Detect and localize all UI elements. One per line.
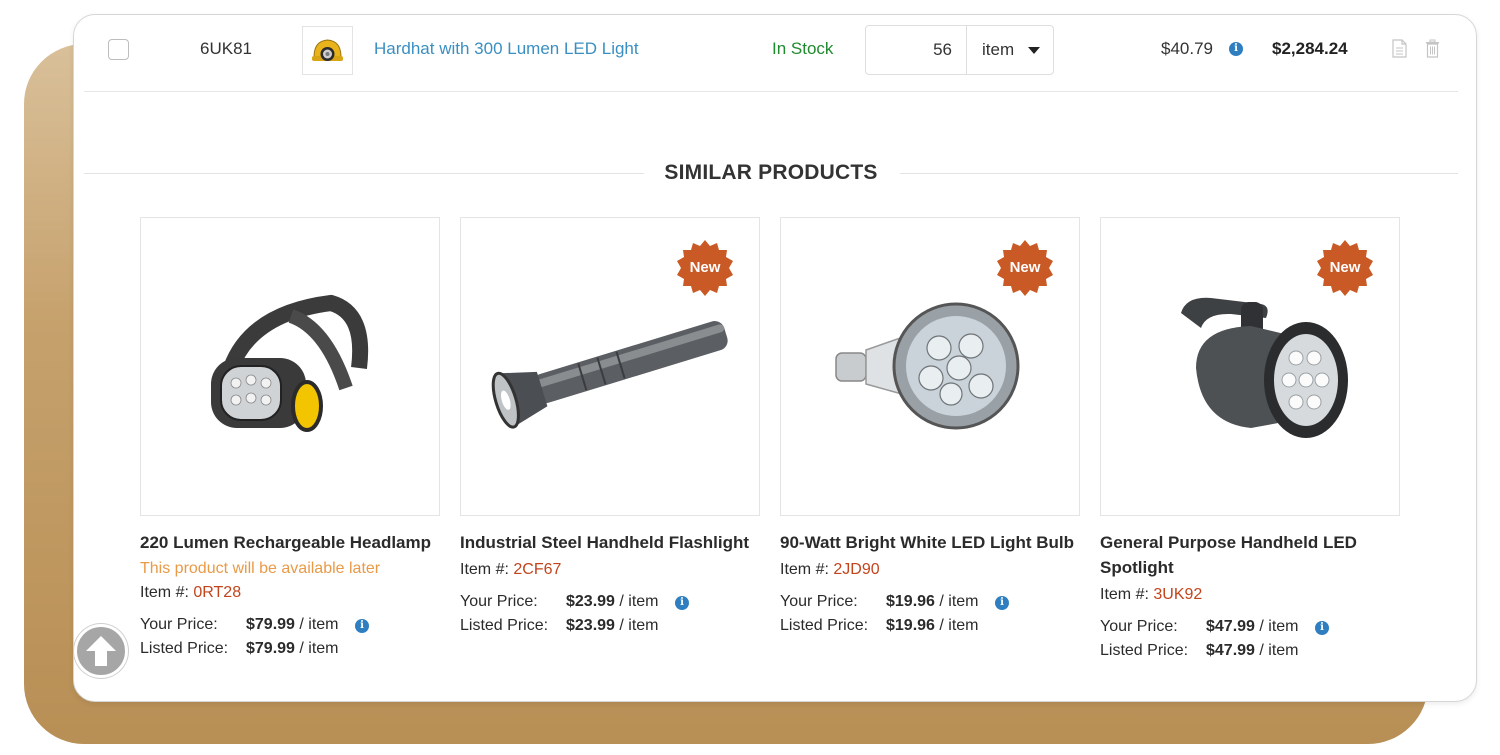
product-thumbnail[interactable] — [302, 26, 353, 75]
item-number: Item #: 3UK92 — [1100, 586, 1400, 604]
your-price: Your Price: $23.99 / item i — [460, 593, 760, 611]
your-price: Your Price: $19.96 / item i — [780, 593, 1080, 611]
item-number: Item #: 2CF67 — [460, 561, 760, 579]
new-badge: New — [1329, 259, 1361, 276]
listed-price-label: Listed Price: — [460, 617, 549, 634]
info-circle-icon[interactable]: i — [354, 619, 369, 633]
listed-price: Listed Price: $19.96 / item — [780, 617, 1080, 635]
your-price-value: $47.99 — [1206, 618, 1255, 635]
product-title[interactable]: 220 Lumen Rechargeable Headlamp — [140, 530, 440, 555]
product-card[interactable]: New General Purpose Handheld LED Spotlig… — [1100, 217, 1400, 660]
unit-price: $40.79 — [1161, 39, 1213, 58]
product-image-frame[interactable] — [140, 217, 440, 516]
cart-line-item: 6UK81 Hardhat with 300 Lumen LED Light I… — [84, 15, 1458, 92]
listed-price-value: $79.99 — [246, 640, 295, 657]
listed-price-label: Listed Price: — [1100, 642, 1189, 659]
your-price-label: Your Price: — [460, 593, 538, 610]
product-card[interactable]: New Industrial Steel Handheld Flashlight… — [460, 217, 760, 635]
item-code: 3UK92 — [1153, 586, 1203, 603]
listed-price-value: $19.96 — [886, 617, 935, 634]
item-label: Item #: — [1100, 586, 1149, 603]
product-card[interactable]: 220 Lumen Rechargeable Headlamp This pro… — [140, 217, 440, 658]
product-image-frame[interactable]: New — [460, 217, 760, 516]
per-unit: / item — [939, 593, 979, 610]
listed-price-value: $23.99 — [566, 617, 615, 634]
line-total: $2,284.24 — [1272, 39, 1348, 58]
new-badge: New — [1009, 259, 1041, 276]
product-title[interactable]: 90-Watt Bright White LED Light Bulb — [780, 530, 1080, 555]
info-circle-icon[interactable]: i — [674, 596, 689, 610]
availability-note: This product will be available later — [140, 560, 381, 577]
item-number: Item #: 0RT28 — [140, 584, 440, 602]
your-price-value: $79.99 — [246, 616, 295, 633]
cart-page-window: 6UK81 Hardhat with 300 Lumen LED Light I… — [73, 14, 1477, 702]
info-circle-icon[interactable]: i — [1229, 42, 1243, 56]
per-unit: / item — [619, 593, 659, 610]
your-price: Your Price: $79.99 / item i — [140, 616, 440, 634]
document-icon[interactable] — [1392, 39, 1407, 58]
headlamp-image — [211, 294, 369, 432]
your-price-label: Your Price: — [140, 616, 218, 633]
chevron-down-icon[interactable] — [1028, 47, 1040, 54]
listed-price-label: Listed Price: — [140, 640, 229, 657]
info-circle-icon[interactable]: i — [994, 596, 1009, 610]
item-code: 0RT28 — [193, 584, 242, 601]
select-item-checkbox[interactable] — [108, 39, 129, 60]
quantity-unit-group: 56 item — [865, 25, 1054, 75]
arrow-up-icon — [86, 636, 116, 666]
new-badge: New — [689, 259, 721, 276]
listed-price: Listed Price: $79.99 / item — [140, 640, 440, 658]
quantity-input[interactable]: 56 — [866, 26, 967, 74]
item-code: 2JD90 — [833, 561, 880, 578]
item-sku: 6UK81 — [200, 39, 252, 58]
listed-price: Listed Price: $47.99 / item — [1100, 642, 1400, 660]
product-title[interactable]: Industrial Steel Handheld Flashlight — [460, 530, 760, 555]
your-price-label: Your Price: — [780, 593, 858, 610]
info-circle-icon[interactable]: i — [1314, 621, 1329, 635]
item-label: Item #: — [780, 561, 829, 578]
your-price-value: $19.96 — [886, 593, 935, 610]
listed-price-label: Listed Price: — [780, 617, 869, 634]
product-card[interactable]: New 90-Watt Bright White LED Light Bulb … — [780, 217, 1080, 635]
your-price: Your Price: $47.99 / item i — [1100, 618, 1400, 636]
item-label: Item #: — [460, 561, 509, 578]
your-price-value: $23.99 — [566, 593, 615, 610]
listed-price: Listed Price: $23.99 / item — [460, 617, 760, 635]
per-unit: / item — [299, 640, 339, 657]
item-code: 2CF67 — [513, 561, 562, 578]
per-unit: / item — [299, 616, 339, 633]
similar-products-heading: SIMILAR PRODUCTS — [648, 161, 894, 184]
section-title: SIMILAR PRODUCTS — [74, 161, 1468, 185]
cart-product-link[interactable]: Hardhat with 300 Lumen LED Light — [374, 39, 639, 59]
item-number: Item #: 2JD90 — [780, 561, 1080, 579]
product-title[interactable]: General Purpose Handheld LED Spotlight — [1100, 530, 1400, 580]
per-unit: / item — [619, 617, 659, 634]
trash-icon[interactable] — [1425, 39, 1440, 58]
per-unit: / item — [1259, 642, 1299, 659]
per-unit: / item — [939, 617, 979, 634]
listed-price-value: $47.99 — [1206, 642, 1255, 659]
per-unit: / item — [1259, 618, 1299, 635]
product-image-frame[interactable]: New — [780, 217, 1080, 516]
stock-status: In Stock — [772, 39, 834, 58]
product-image-frame[interactable]: New — [1100, 217, 1400, 516]
your-price-label: Your Price: — [1100, 618, 1178, 635]
item-label: Item #: — [140, 584, 189, 601]
unit-select[interactable]: item — [982, 26, 1014, 74]
hardhat-image — [312, 39, 343, 61]
scroll-to-top-button[interactable] — [74, 624, 128, 678]
